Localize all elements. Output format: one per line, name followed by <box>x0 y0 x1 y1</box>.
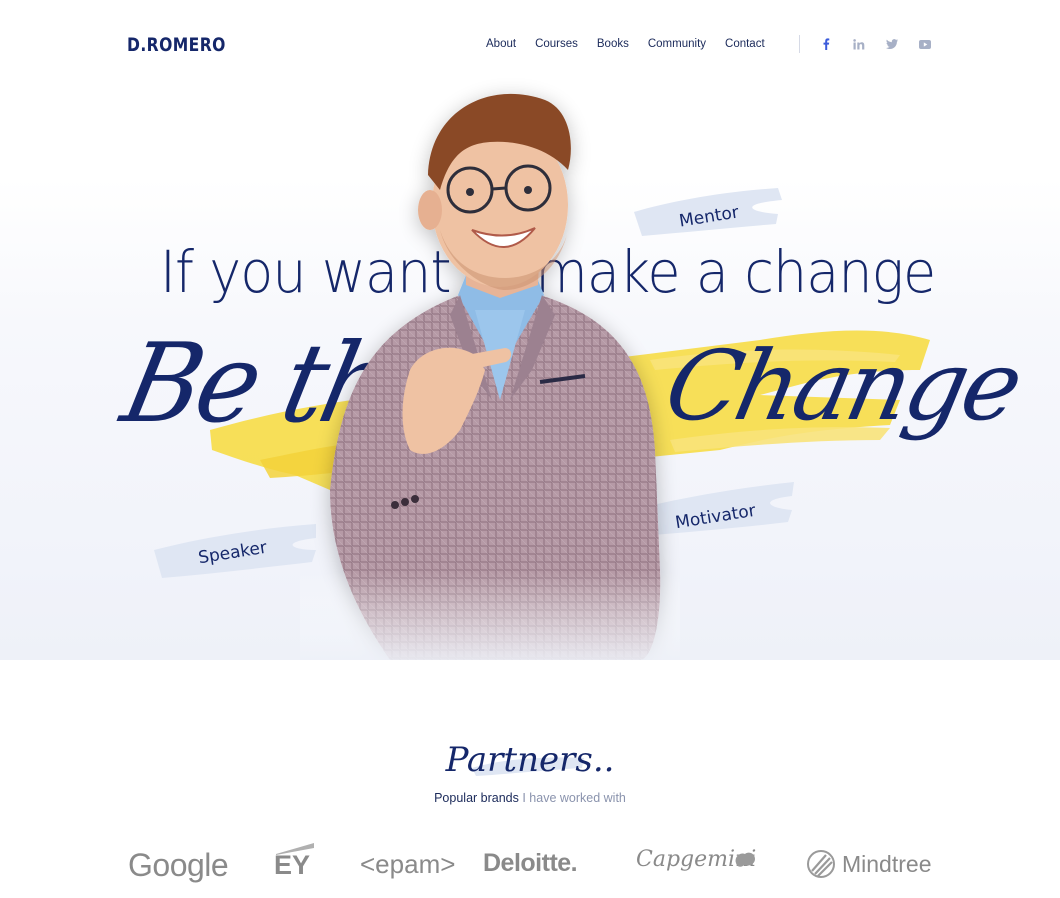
brand-epam: <epam> <box>360 849 456 879</box>
brand-google: Google <box>128 847 229 883</box>
partners-subtitle-strong: Popular brands <box>434 791 519 805</box>
site-logo[interactable]: D.ROMERO <box>127 34 226 56</box>
partners-subtitle-muted: I have worked with <box>522 791 626 805</box>
mindtree-globe-icon <box>807 850 835 878</box>
hero-portrait <box>300 70 680 660</box>
hero-script-change: Change <box>656 330 1029 442</box>
nav-contact[interactable]: Contact <box>725 38 765 50</box>
capgemini-spade-icon <box>735 852 755 867</box>
brand-deloitte: Deloitte. <box>483 849 578 877</box>
facebook-icon[interactable] <box>819 37 833 51</box>
nav-books[interactable]: Books <box>597 38 629 50</box>
social-links <box>819 37 951 51</box>
partner-brands: Google EY <epam> Deloitte. Capgemini Min… <box>0 835 1060 895</box>
nav-divider <box>799 35 800 53</box>
brand-mindtree: Mindtree <box>842 851 932 877</box>
twitter-icon[interactable] <box>885 37 899 51</box>
nav-courses[interactable]: Courses <box>535 38 578 50</box>
linkedin-icon[interactable] <box>852 37 866 51</box>
brand-ey: EY <box>274 850 311 880</box>
main-nav: About Courses Books Community Contact <box>486 38 784 50</box>
youtube-icon[interactable] <box>918 37 932 51</box>
nav-community[interactable]: Community <box>648 38 706 50</box>
partners-subtitle: Popular brands I have worked with <box>0 791 1060 805</box>
nav-about[interactable]: About <box>486 38 516 50</box>
partners-title: Partners.. <box>445 740 615 780</box>
